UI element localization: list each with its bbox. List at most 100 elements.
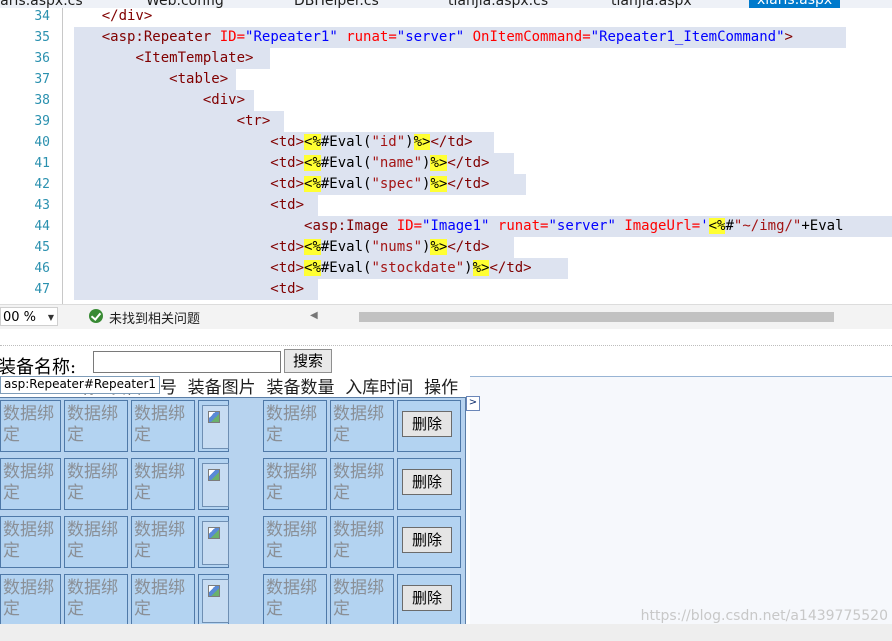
databound-cell[interactable]: 数据绑定 (0, 458, 61, 510)
code-line[interactable]: <td><%#Eval("nums")%></td> (68, 237, 489, 258)
code-line[interactable]: <td><%#Eval("name")%></td> (68, 153, 489, 174)
code-token: %> (430, 155, 448, 171)
tab-4[interactable]: tianjia.aspx (611, 0, 692, 8)
tab-1[interactable]: Web.config (146, 0, 224, 8)
code-token: <tr> (236, 113, 271, 129)
action-cell[interactable]: 删除 (397, 574, 461, 624)
editor-status-bar: 00 % ▼ 未找到相关问题 ◀ (0, 304, 892, 329)
code-token: ) (405, 134, 414, 150)
delete-button[interactable]: 删除 (402, 411, 452, 437)
image-cell[interactable] (198, 458, 229, 510)
image-placeholder[interactable] (202, 405, 229, 449)
repeater-grid[interactable]: 数据绑定 数据绑定 数据绑定 数据绑定 数据绑定 删除 数据绑定 数据绑定 数据绑定 数据绑定 数据… (0, 397, 466, 624)
code-token: <td> (270, 197, 305, 213)
code-line[interactable]: <td> (68, 279, 304, 300)
delete-button[interactable]: 删除 (402, 585, 452, 611)
databound-cell[interactable]: 数据绑定 (330, 400, 394, 452)
databound-cell[interactable]: 数据绑定 (330, 516, 394, 568)
image-cell[interactable] (198, 516, 229, 568)
code-line[interactable]: <div> (68, 90, 245, 111)
line-number: 41 (34, 156, 50, 171)
code-line[interactable]: <td><%#Eval("stockdate")%></td> (68, 258, 532, 279)
image-cell[interactable] (198, 400, 229, 452)
tab-3[interactable]: tianjia.aspx.cs (448, 0, 548, 8)
code-line[interactable]: <td><%#Eval("spec")%></td> (68, 174, 489, 195)
code-token: %> (413, 134, 431, 150)
code-token: OnItemCommand= (472, 29, 591, 45)
code-line[interactable]: <asp:Image ID="Image1" runat="server" Im… (68, 216, 844, 237)
databound-cell[interactable]: 数据绑定 (131, 458, 195, 510)
smart-tag-chevron-icon[interactable]: > (466, 396, 480, 411)
code-token: %> (472, 260, 490, 276)
equipment-name-input[interactable] (93, 351, 281, 373)
code-line[interactable]: <tr> (68, 111, 271, 132)
tab-0[interactable]: xiaris.aspx.cs (0, 0, 83, 8)
databound-cell[interactable]: 数据绑定 (263, 400, 327, 452)
code-token: <td> (270, 281, 305, 297)
code-token: #Eval( (320, 239, 372, 255)
delete-button[interactable]: 删除 (402, 469, 452, 495)
image-placeholder[interactable] (202, 463, 229, 507)
databound-cell[interactable]: 数据绑定 (64, 516, 128, 568)
databound-cell[interactable]: 数据绑定 (0, 400, 61, 452)
databound-cell[interactable]: 数据绑定 (64, 574, 128, 624)
tab-5[interactable]: xiaris.aspx (749, 0, 841, 8)
code-line[interactable]: <td> (68, 195, 304, 216)
code-token: #Eval( (320, 260, 372, 276)
databound-cell[interactable]: 数据绑定 (263, 574, 327, 624)
code-line[interactable]: <asp:Repeater ID="Repeater1" runat="serv… (68, 27, 793, 48)
databound-cell[interactable]: 数据绑定 (0, 574, 61, 624)
horizontal-scrollbar-thumb[interactable] (359, 312, 834, 322)
code-token: <% (708, 218, 726, 234)
databound-cell[interactable]: 数据绑定 (131, 574, 195, 624)
outline-margin (62, 8, 63, 304)
tab-2[interactable]: DBHelper.cs (294, 0, 379, 8)
image-placeholder[interactable] (202, 521, 229, 565)
issues-status-text[interactable]: 未找到相关问题 (109, 308, 200, 327)
broken-image-icon (208, 469, 220, 481)
delete-button[interactable]: 删除 (402, 527, 452, 553)
code-token: <% (304, 176, 321, 192)
databound-cell[interactable]: 数据绑定 (263, 516, 327, 568)
code-token: "server" (396, 29, 473, 45)
action-cell[interactable]: 删除 (397, 458, 461, 510)
databound-cell[interactable]: 数据绑定 (131, 400, 195, 452)
databound-cell[interactable]: 数据绑定 (64, 458, 128, 510)
broken-image-icon (208, 585, 220, 597)
image-placeholder[interactable] (202, 579, 229, 623)
code-token: <% (304, 239, 321, 255)
watermark: https://blog.csdn.net/a1439775520 (640, 608, 888, 624)
code-line[interactable]: <td><%#Eval("id")%></td> (68, 132, 473, 153)
code-token: ' (700, 218, 709, 234)
zoom-value: 00 % (3, 310, 37, 325)
databound-cell[interactable]: 数据绑定 (0, 516, 61, 568)
action-cell[interactable]: 删除 (397, 400, 461, 452)
code-token: <table> (169, 71, 229, 87)
databound-cell[interactable]: 数据绑定 (330, 574, 394, 624)
databound-cell[interactable]: 数据绑定 (263, 458, 327, 510)
databound-cell[interactable]: 数据绑定 (330, 458, 394, 510)
databound-cell[interactable]: 数据绑定 (131, 516, 195, 568)
search-button[interactable]: 搜索 (284, 349, 332, 373)
code-line[interactable]: <ItemTemplate> (68, 48, 253, 69)
action-cell[interactable]: 删除 (397, 516, 461, 568)
code-token: <% (304, 155, 321, 171)
code-token: <div> (202, 92, 246, 108)
code-token: #Eval( (320, 176, 372, 192)
zoom-dropdown[interactable]: 00 % ▼ (0, 307, 58, 326)
broken-image-icon (208, 527, 220, 539)
design-view[interactable]: 装备名称: 搜索 称 装备型号 装备图片 装备数量 入库时间 操作 asp:Re… (0, 329, 892, 624)
code-editor[interactable]: 34 </div> 35 <asp:Repeater ID="Repeater1"… (0, 8, 892, 304)
databound-cell[interactable]: 数据绑定 (64, 400, 128, 452)
code-token: %> (430, 239, 448, 255)
code-token: <td> (270, 155, 305, 171)
code-line[interactable]: </div> (68, 8, 153, 27)
code-line[interactable]: <table> (68, 69, 228, 90)
line-number: 43 (34, 198, 50, 213)
image-cell[interactable] (198, 574, 229, 624)
line-number: 45 (34, 240, 50, 255)
repeater-control-tag[interactable]: asp:Repeater#Repeater1 (0, 376, 161, 394)
scroll-left-arrow-icon[interactable]: ◀ (310, 310, 318, 321)
code-token: </td> (447, 239, 490, 255)
code-token: # (725, 218, 734, 234)
